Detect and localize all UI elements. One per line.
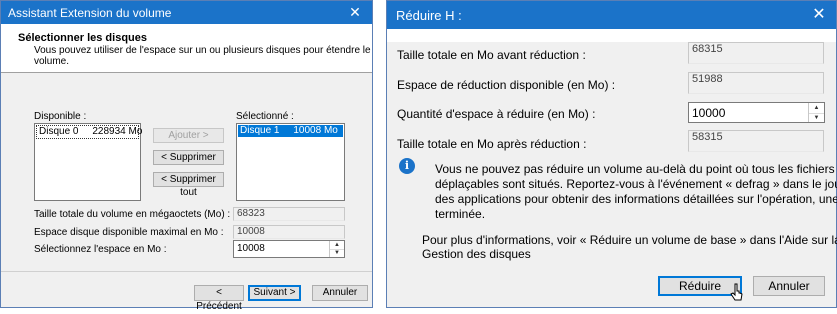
info-text-4: terminée.	[435, 207, 486, 221]
title-bar: Réduire H : ✕	[387, 1, 836, 29]
spin-down-icon[interactable]: ▼	[809, 113, 824, 123]
title-bar: Assistant Extension du volume ✕	[1, 1, 372, 24]
spin-down-icon[interactable]: ▼	[330, 249, 344, 257]
shrink-amount-stepper[interactable]: 10000 ▲ ▼	[688, 102, 825, 123]
header-title: Sélectionner les disques	[18, 32, 147, 44]
max-space-label: Espace disque disponible maximal en Mo :	[34, 227, 224, 238]
info-text-2: déplaçables sont situés. Reportez-vous à…	[435, 177, 837, 191]
window-title: Assistant Extension du volume	[8, 6, 172, 20]
cancel-button-right[interactable]: Annuler	[753, 276, 825, 296]
info-icon: i	[399, 158, 415, 174]
header-desc-1: Vous pouvez utiliser de l'espace sur un …	[34, 45, 371, 56]
footer-divider	[1, 271, 372, 272]
selected-disk-item[interactable]: Disque 1 10008 Mo	[238, 125, 343, 137]
shrink-amount-value[interactable]: 10000	[692, 106, 725, 120]
available-disk-item[interactable]: Disque 0 228934 Mo	[36, 125, 142, 139]
cancel-button-left[interactable]: Annuler	[312, 285, 368, 301]
add-button[interactable]: Ajouter >	[153, 128, 224, 143]
select-space-value[interactable]: 10008	[237, 243, 265, 254]
white-band	[387, 29, 836, 42]
previous-button[interactable]: < Précédent	[194, 285, 244, 312]
max-space-value: 10008	[233, 225, 345, 239]
selected-label: Sélectionné :	[236, 111, 294, 122]
close-icon[interactable]: ✕	[802, 1, 836, 29]
shrink-amount-label: Quantité d'espace à réduire (en Mo) :	[397, 107, 596, 121]
available-disks-list[interactable]: Disque 0 228934 Mo	[34, 123, 142, 201]
total-before-label: Taille totale en Mo avant réduction :	[397, 48, 586, 62]
available-label: Disponible :	[34, 111, 87, 122]
header-divider	[1, 72, 372, 73]
stepper-arrows: ▲ ▼	[808, 103, 824, 122]
selected-disks-list[interactable]: Disque 1 10008 Mo	[236, 123, 345, 201]
next-button[interactable]: Suivant >	[248, 285, 301, 301]
total-size-label: Taille totale du volume en mégaoctets (M…	[34, 209, 231, 220]
info-text-1: Vous ne pouvez pas réduire un volume au-…	[435, 162, 837, 176]
total-before-value: 68315	[688, 42, 824, 64]
info-text-3: des applications pour obtenir des inform…	[435, 192, 837, 206]
available-shrink-value: 51988	[688, 72, 824, 94]
total-after-value: 58315	[688, 130, 824, 152]
header-desc-2: volume.	[34, 56, 70, 67]
available-shrink-label: Espace de réduction disponible (en Mo) :	[397, 78, 616, 92]
shrink-dialog: Réduire H : ✕ Taille totale en Mo avant …	[386, 0, 837, 308]
extend-volume-wizard: Assistant Extension du volume ✕ Sélectio…	[0, 0, 373, 312]
select-space-stepper[interactable]: 10008 ▲ ▼	[233, 240, 345, 258]
window-title: Réduire H :	[396, 8, 462, 23]
help-text-1: Pour plus d'informations, voir « Réduire…	[422, 233, 837, 247]
help-text-2: Gestion des disques	[422, 247, 531, 261]
remove-button[interactable]: < Supprimer	[153, 150, 224, 165]
mouse-cursor-icon	[730, 283, 743, 301]
stepper-arrows: ▲ ▼	[329, 241, 344, 257]
total-size-value: 68323	[233, 207, 345, 221]
close-icon[interactable]: ✕	[338, 1, 372, 24]
remove-all-button[interactable]: < Supprimer tout	[153, 172, 224, 198]
select-space-label: Sélectionnez l'espace en Mo :	[34, 244, 167, 255]
total-after-label: Taille totale en Mo après réduction :	[397, 137, 587, 151]
